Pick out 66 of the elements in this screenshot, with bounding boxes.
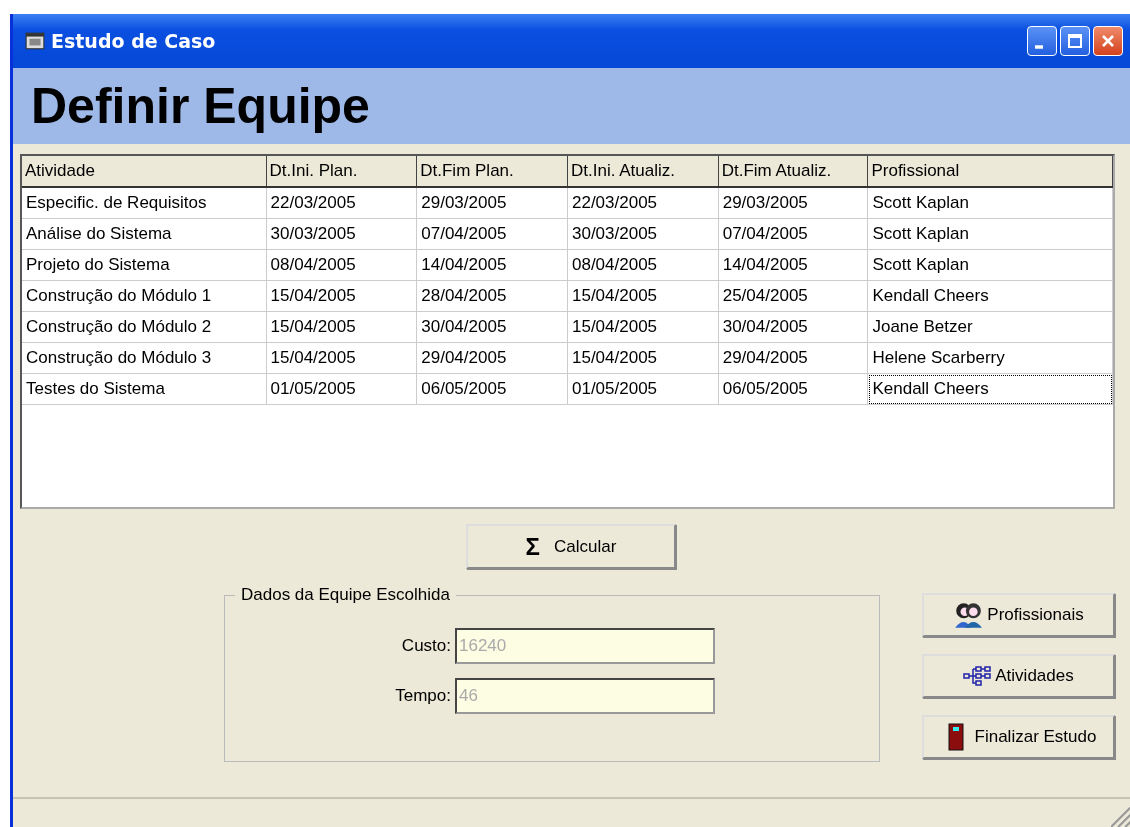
side-button[interactable]: Finalizar Estudo [922,715,1115,759]
table-cell[interactable]: 14/04/2005 [718,250,869,281]
table-cell[interactable]: 08/04/2005 [266,250,418,281]
column-header[interactable]: Atividade [22,156,267,186]
table-cell[interactable]: Scott Kaplan [868,219,1113,250]
table-cell[interactable]: Construção do Módulo 3 [22,343,267,374]
column-header[interactable]: Dt.Ini. Plan. [266,156,418,186]
maximize-button[interactable] [1060,26,1090,56]
table-cell[interactable]: 30/04/2005 [417,312,568,343]
table-cell[interactable]: 01/05/2005 [568,374,719,405]
table-cell[interactable]: Construção do Módulo 1 [22,281,267,312]
table-cell[interactable]: 06/05/2005 [718,374,869,405]
table-cell[interactable]: 14/04/2005 [417,250,568,281]
table-cell[interactable]: 08/04/2005 [568,250,719,281]
table-cell[interactable]: Scott Kaplan [868,250,1113,281]
group-title: Dados da Equipe Escolhida [235,585,456,605]
window-title: Estudo de Caso [51,30,216,52]
table-cell[interactable]: Joane Betzer [868,312,1113,343]
table-cell[interactable]: 15/04/2005 [266,281,418,312]
field-label: Tempo: [394,686,452,706]
table-cell[interactable]: 22/03/2005 [568,188,719,219]
minimize-button[interactable] [1027,26,1057,56]
hierarchy-icon [963,666,992,686]
minimize-icon [1035,45,1043,49]
table-cell[interactable]: 30/04/2005 [718,312,869,343]
table-cell[interactable]: 28/04/2005 [417,281,568,312]
table-cell[interactable]: Testes do Sistema [22,374,267,405]
table-cell[interactable]: 15/04/2005 [266,343,418,374]
table-cell[interactable]: 07/04/2005 [718,219,869,250]
table-cell[interactable]: 25/04/2005 [718,281,869,312]
column-header[interactable]: Dt.Fim Plan. [417,156,568,186]
column-header[interactable]: Profissional [868,156,1113,186]
resize-grip-icon [1111,807,1130,827]
table-cell[interactable]: 29/03/2005 [718,188,869,219]
table-cell[interactable]: 15/04/2005 [568,343,719,374]
table-cell[interactable]: 01/05/2005 [266,374,418,405]
table-cell[interactable]: Especific. de Requisitos [22,188,267,219]
table-cell[interactable]: Scott Kaplan [868,188,1113,219]
table-cell[interactable]: 15/04/2005 [568,281,719,312]
table-cell[interactable]: Kendall Cheers [868,281,1113,312]
column-header[interactable]: Dt.Fim Atualiz. [718,156,869,186]
close-button[interactable] [1093,26,1123,56]
calculate-button[interactable]: Σ Calcular [466,524,676,569]
side-button[interactable]: Atividades [922,654,1115,698]
table-cell[interactable]: 07/04/2005 [417,219,568,250]
table-cell[interactable]: Construção do Módulo 2 [22,312,267,343]
table-cell[interactable]: 29/04/2005 [417,343,568,374]
table-cell[interactable]: Análise do Sistema [22,219,267,250]
field-label: Custo: [400,636,452,656]
table-cell[interactable]: 30/03/2005 [266,219,418,250]
page-heading: Definir Equipe [31,77,370,135]
column-header[interactable]: Dt.Ini. Atualiz. [568,156,719,186]
table-cell[interactable]: 22/03/2005 [266,188,418,219]
side-button[interactable]: Profissionais [922,593,1115,637]
people-icon [953,601,984,629]
window-icon [25,32,45,50]
table-cell[interactable]: Kendall Cheers [868,374,1113,405]
table-cell[interactable]: 15/04/2005 [568,312,719,343]
table-cell[interactable]: 29/04/2005 [718,343,869,374]
table-cell[interactable]: 30/03/2005 [568,219,719,250]
table-cell[interactable]: 29/03/2005 [417,188,568,219]
table-cell[interactable]: Helene Scarberry [868,343,1113,374]
table-cell[interactable]: 06/05/2005 [417,374,568,405]
table-cell[interactable]: Projeto do Sistema [22,250,267,281]
table-cell[interactable]: 15/04/2005 [266,312,418,343]
maximize-icon [1065,31,1085,51]
